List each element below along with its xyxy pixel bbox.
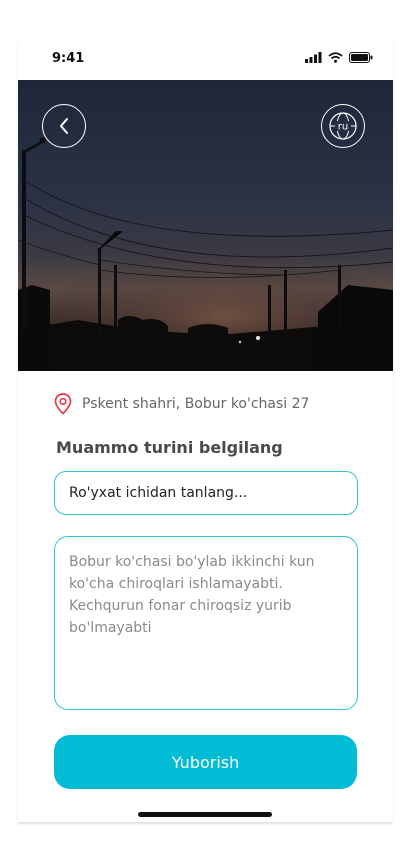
- description-textarea[interactable]: Bobur ko'chasi bo'ylab ikkinchi kun ko'c…: [54, 536, 358, 710]
- back-button[interactable]: [42, 104, 86, 148]
- submit-button-label: Yuborish: [171, 752, 240, 772]
- status-bar: 9:41: [18, 40, 393, 80]
- problem-type-select-value: Ro'yxat ichidan tanlang...: [69, 485, 248, 501]
- phone-screen: 9:41 ru Pskent shahri, Bobur ko'chasi 27…: [18, 40, 393, 822]
- cellular-signal-icon: [305, 52, 322, 63]
- hero-photo: ru: [18, 80, 393, 371]
- language-label: ru: [338, 122, 348, 133]
- home-indicator: [138, 812, 272, 817]
- globe-icon: ru: [329, 112, 357, 140]
- language-button[interactable]: ru: [321, 104, 365, 148]
- problem-type-select[interactable]: Ro'yxat ichidan tanlang...: [54, 471, 358, 515]
- location-address: Pskent shahri, Bobur ko'chasi 27: [82, 396, 310, 412]
- chevron-left-icon: [60, 118, 68, 134]
- description-text: Bobur ko'chasi bo'ylab ikkinchi kun ko'c…: [69, 554, 315, 636]
- status-time: 9:41: [52, 51, 85, 66]
- status-icons: [305, 52, 373, 63]
- wifi-icon: [328, 52, 343, 63]
- location-row: Pskent shahri, Bobur ko'chasi 27: [54, 393, 309, 415]
- problem-type-title: Muammo turini belgilang: [56, 438, 283, 457]
- battery-icon: [349, 52, 373, 63]
- location-pin-icon: [54, 393, 72, 415]
- submit-button[interactable]: Yuborish: [54, 735, 357, 789]
